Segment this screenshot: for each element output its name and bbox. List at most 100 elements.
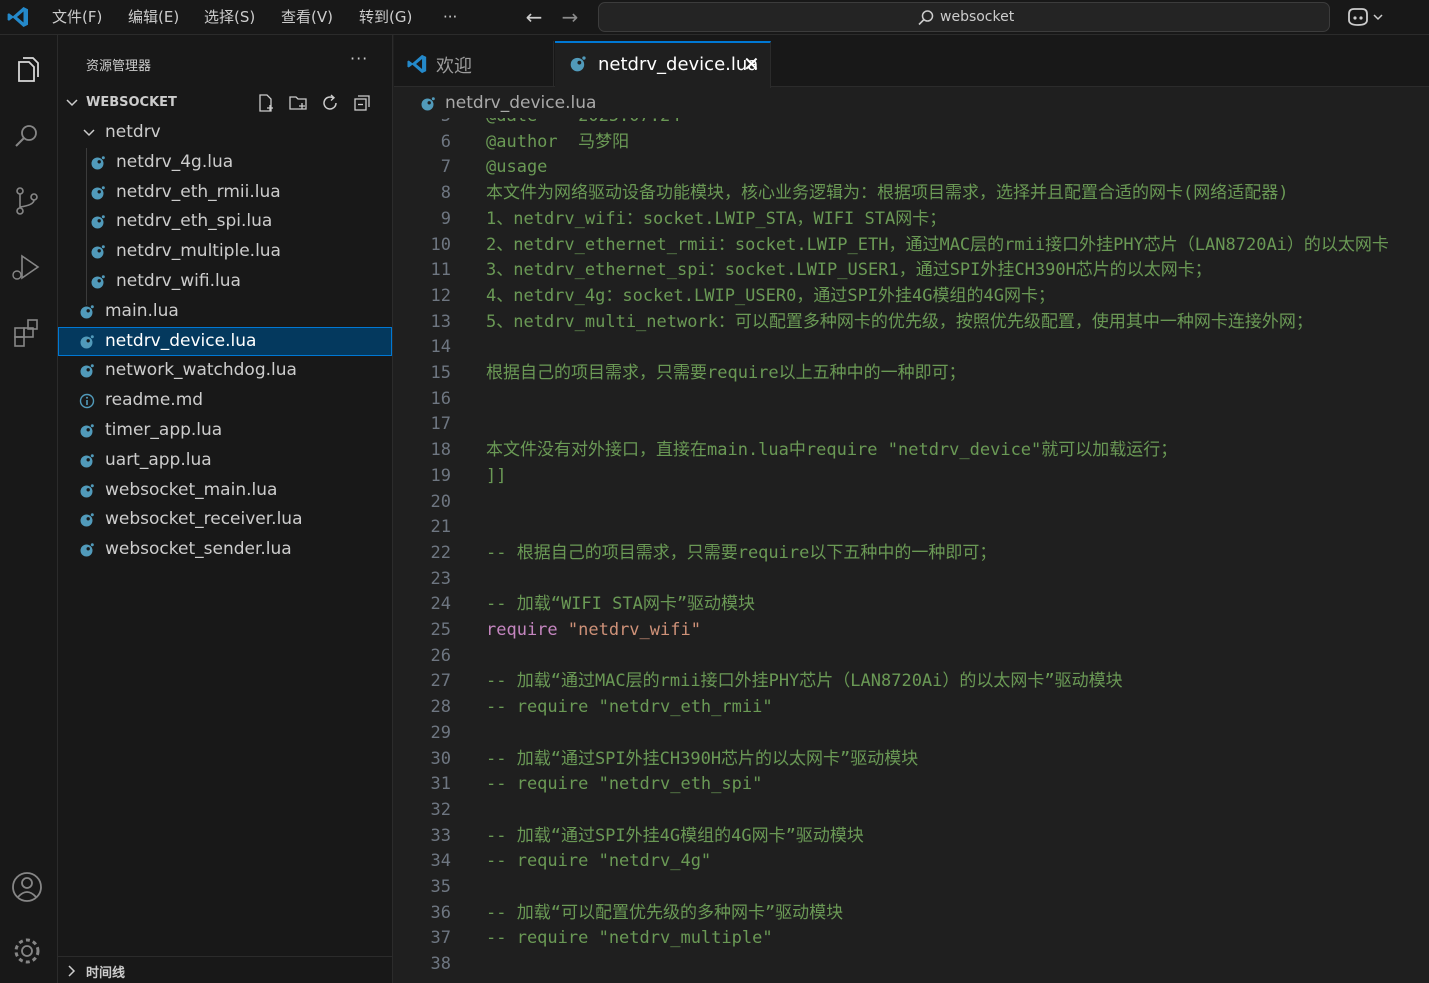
editor-tab-bar: 欢迎 netdrv_device.lua ✕: [394, 35, 1429, 88]
file-row[interactable]: netdrv_device.lua: [58, 326, 392, 356]
tab-welcome[interactable]: 欢迎: [394, 41, 554, 87]
line-number: 20: [430, 491, 451, 512]
lua-file-icon: [91, 245, 105, 259]
code-line: 8 本文件为网络驱动设备功能模块，核心业务逻辑为：根据项目需求，选择并且配置合适的…: [394, 181, 1429, 207]
command-center-search[interactable]: websocket: [598, 2, 1330, 32]
menu-file[interactable]: 文件(F): [52, 0, 102, 35]
activity-bar: [0, 35, 58, 983]
code-text: -- 加载“WIFI STA网卡”驱动模块: [486, 594, 756, 615]
workspace-name: WEBSOCKET: [86, 95, 177, 110]
tree-item-label: netdrv_eth_rmii.lua: [116, 181, 281, 202]
code-line: 31 -- require "netdrv_eth_spi": [394, 772, 1429, 798]
menu-more[interactable]: ···: [443, 0, 457, 35]
line-number: 13: [430, 311, 451, 332]
code-line: 13 5、netdrv_multi_network：可以配置多种网卡的优先级，按照…: [394, 310, 1429, 336]
code-line: 7 @usage: [394, 155, 1429, 181]
file-row[interactable]: netdrv_eth_spi.lua: [58, 207, 392, 236]
code-editor[interactable]: 5 @date 2025.07.24 6 @author 马梦阳 7 @usage 8 本文件…: [394, 118, 1429, 983]
timeline-section[interactable]: 时间线: [58, 956, 392, 983]
code-text: @author 马梦阳: [486, 131, 630, 152]
menu-go[interactable]: 转到(G): [359, 0, 412, 35]
explorer-title: 资源管理器: [86, 59, 152, 74]
tree-item-label: readme.md: [105, 390, 204, 411]
menu-selection[interactable]: 选择(S): [204, 0, 255, 35]
code-text: -- require "netdrv_multiple": [486, 928, 773, 949]
copilot-icon[interactable]: [1346, 6, 1388, 28]
refresh-icon[interactable]: [320, 93, 340, 113]
line-number: 21: [430, 517, 451, 538]
close-tab-icon[interactable]: ✕: [743, 52, 760, 76]
code-text: -- require "netdrv_eth_rmii": [486, 697, 773, 718]
code-line: 10 2、netdrv_ethernet_rmii：socket.LWIP_ETH…: [394, 233, 1429, 259]
file-row[interactable]: netdrv_wifi.lua: [58, 267, 392, 296]
more-actions-icon[interactable]: ···: [350, 49, 368, 68]
line-number: 7: [440, 157, 451, 178]
line-number: 32: [430, 799, 451, 820]
breadcrumb-file[interactable]: netdrv_device.lua: [445, 93, 596, 113]
lua-file-icon: [91, 185, 105, 200]
code-text: require "netdrv_wifi": [486, 618, 701, 644]
code-text: -- require "netdrv_4g": [486, 851, 712, 872]
file-row[interactable]: uart_app.lua: [58, 446, 392, 475]
file-row[interactable]: network_watchdog.lua: [58, 356, 392, 385]
search-view-icon[interactable]: [9, 119, 45, 155]
lua-file-icon: [80, 483, 94, 498]
new-file-icon[interactable]: [256, 93, 276, 113]
explorer-icon[interactable]: [9, 53, 45, 89]
extensions-icon[interactable]: [9, 315, 45, 351]
code-line: 16: [394, 387, 1429, 413]
collapse-all-icon[interactable]: [352, 93, 372, 113]
line-number: 31: [430, 774, 451, 795]
file-row[interactable]: netdrv_eth_rmii.lua: [58, 178, 392, 207]
menu-view[interactable]: 查看(V): [281, 0, 333, 35]
code-line: 32: [394, 798, 1429, 824]
title-bar: 文件(F) 编辑(E) 选择(S) 查看(V) 转到(G) ··· ← → we…: [0, 0, 1429, 35]
file-row[interactable]: netdrv_multiple.lua: [58, 237, 392, 266]
lua-file-icon: [80, 334, 94, 349]
lua-file-icon: [80, 304, 94, 319]
code-text: 5、netdrv_multi_network：可以配置多种网卡的优先级，按照优先…: [486, 311, 1313, 332]
code-line: 22 -- 根据自己的项目需求，只需要require以下五种中的一种即可；: [394, 541, 1429, 567]
code-line: 26: [394, 644, 1429, 670]
tab-netdrv-device[interactable]: netdrv_device.lua ✕: [555, 41, 771, 88]
file-row[interactable]: readme.md: [58, 386, 392, 415]
file-row[interactable]: websocket_sender.lua: [58, 535, 392, 564]
source-control-icon[interactable]: [9, 183, 45, 219]
lua-file-icon: [80, 453, 94, 468]
lua-file-icon: [80, 424, 94, 438]
lua-file-icon: [421, 97, 435, 111]
new-folder-icon[interactable]: [288, 93, 308, 113]
lua-file-icon: [91, 155, 105, 170]
file-row[interactable]: websocket_receiver.lua: [58, 505, 392, 534]
code-line: 35: [394, 875, 1429, 901]
line-number: 36: [430, 902, 451, 923]
back-arrow-icon[interactable]: ←: [522, 4, 546, 30]
chevron-down-icon: [83, 129, 95, 137]
code-line: 6 @author 马梦阳: [394, 130, 1429, 156]
line-number: 34: [430, 851, 451, 872]
folder-row[interactable]: netdrv: [58, 118, 392, 147]
file-row[interactable]: websocket_main.lua: [58, 476, 392, 505]
settings-gear-icon[interactable]: [9, 933, 45, 969]
file-row[interactable]: main.lua: [58, 297, 392, 326]
code-line: 25 require "netdrv_wifi": [394, 618, 1429, 644]
workspace-header[interactable]: WEBSOCKET: [58, 91, 392, 115]
line-number: 10: [430, 234, 451, 255]
code-line: 24 -- 加载“WIFI STA网卡”驱动模块: [394, 592, 1429, 618]
run-debug-icon[interactable]: [9, 249, 45, 285]
tree-item-label: netdrv_wifi.lua: [116, 271, 241, 291]
code-line: 23: [394, 567, 1429, 593]
code-line: 27 -- 加载“通过MAC层的rmii接口外挂PHY芯片（LAN8720Ai）的…: [394, 669, 1429, 695]
file-row[interactable]: netdrv_4g.lua: [58, 148, 392, 177]
code-text: -- 加载“通过MAC层的rmii接口外挂PHY芯片（LAN8720Ai）的以太…: [486, 671, 1123, 692]
file-row[interactable]: timer_app.lua: [58, 416, 392, 445]
code-line: 15 根据自己的项目需求，只需要require以上五种中的一种即可；: [394, 361, 1429, 387]
account-icon[interactable]: [9, 869, 45, 905]
line-number: 26: [430, 645, 451, 666]
lua-file-icon: [80, 543, 94, 557]
vscode-logo-icon[interactable]: [6, 5, 30, 29]
code-line: 19]]: [394, 464, 1429, 490]
line-number: 15: [430, 363, 451, 383]
forward-arrow-icon[interactable]: →: [558, 4, 582, 30]
menu-edit[interactable]: 编辑(E): [128, 0, 179, 35]
